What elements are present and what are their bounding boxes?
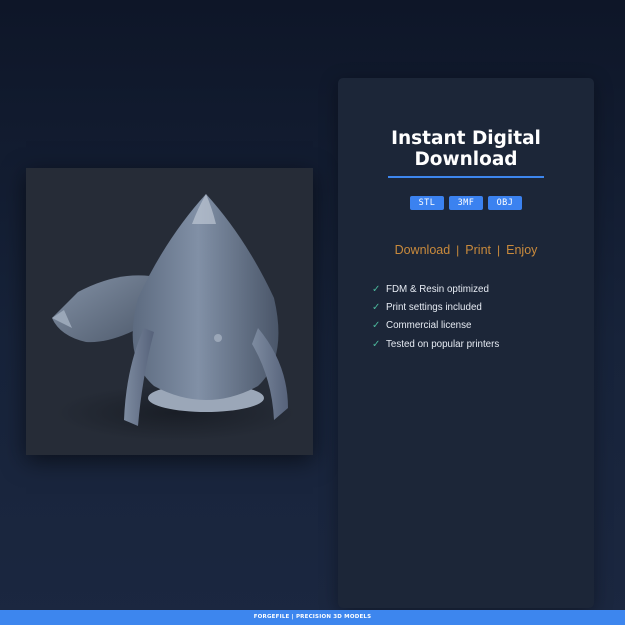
footer-text: FORGEFILE | PRECISION 3D MODELS <box>253 614 372 620</box>
feature-label: FDM & Resin optimized <box>386 283 489 295</box>
tagline: Download | Print | Enjoy <box>338 243 594 257</box>
feature-label: Tested on popular printers <box>386 338 500 350</box>
feature-item: ✓ Print settings included <box>372 298 499 316</box>
feature-item: ✓ Tested on popular printers <box>372 335 499 353</box>
tagline-print: Print <box>465 243 491 257</box>
check-icon: ✓ <box>372 320 381 332</box>
title-underline <box>388 176 544 178</box>
check-icon: ✓ <box>372 283 381 295</box>
feature-item: ✓ FDM & Resin optimized <box>372 280 499 298</box>
tagline-enjoy: Enjoy <box>506 243 538 257</box>
product-image <box>26 168 313 455</box>
check-icon: ✓ <box>372 301 381 313</box>
rocket-model-icon <box>52 194 296 441</box>
card-title-line2: Download <box>414 149 518 170</box>
tagline-download: Download <box>394 243 451 257</box>
info-card: Instant Digital Download STL 3MF OBJ Dow… <box>338 78 594 608</box>
card-title: Instant Digital Download <box>338 128 594 170</box>
feature-label: Commercial license <box>386 320 472 332</box>
format-tag-obj: OBJ <box>488 196 522 210</box>
format-tag-3mf: 3MF <box>449 196 483 210</box>
feature-list: ✓ FDM & Resin optimized ✓ Print settings… <box>372 280 499 353</box>
card-title-line1: Instant Digital <box>391 128 541 149</box>
format-tags: STL 3MF OBJ <box>338 196 594 210</box>
feature-label: Print settings included <box>386 301 482 313</box>
tagline-separator: | <box>456 243 460 257</box>
feature-item: ✓ Commercial license <box>372 317 499 335</box>
format-tag-stl: STL <box>410 196 444 210</box>
tagline-separator: | <box>497 243 501 257</box>
check-icon: ✓ <box>372 338 381 350</box>
footer-bar: FORGEFILE | PRECISION 3D MODELS <box>0 610 625 625</box>
